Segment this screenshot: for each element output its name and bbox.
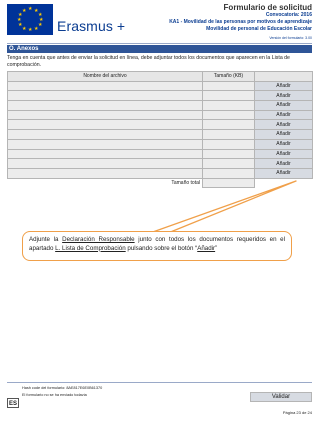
validate-button[interactable]: Validar [250, 392, 312, 402]
checklist-link[interactable]: L. Lista de Comprobación [55, 245, 126, 252]
callout-text-middle2: pulsando sobre el botón “ [125, 244, 198, 252]
callout-text-suffix: ” [215, 244, 218, 252]
declaration-link[interactable]: Declaración Responsable [62, 236, 134, 243]
callout-text-prefix: Adjunte la [29, 236, 63, 243]
add-button-reference: Añadir [197, 244, 216, 252]
language-badge: ES [7, 398, 19, 408]
callout-pointer [149, 180, 297, 234]
instruction-callout: Adjunte la Declaración Responsable junto… [22, 231, 292, 261]
submission-notice: El formulario no se ha enviado todavía [22, 393, 87, 397]
footer-divider [7, 382, 312, 383]
form-hash-code: Hash code del formulario: 8AE817E6E0B613… [22, 386, 103, 390]
page-number: Página 23 de 24 [282, 410, 312, 415]
